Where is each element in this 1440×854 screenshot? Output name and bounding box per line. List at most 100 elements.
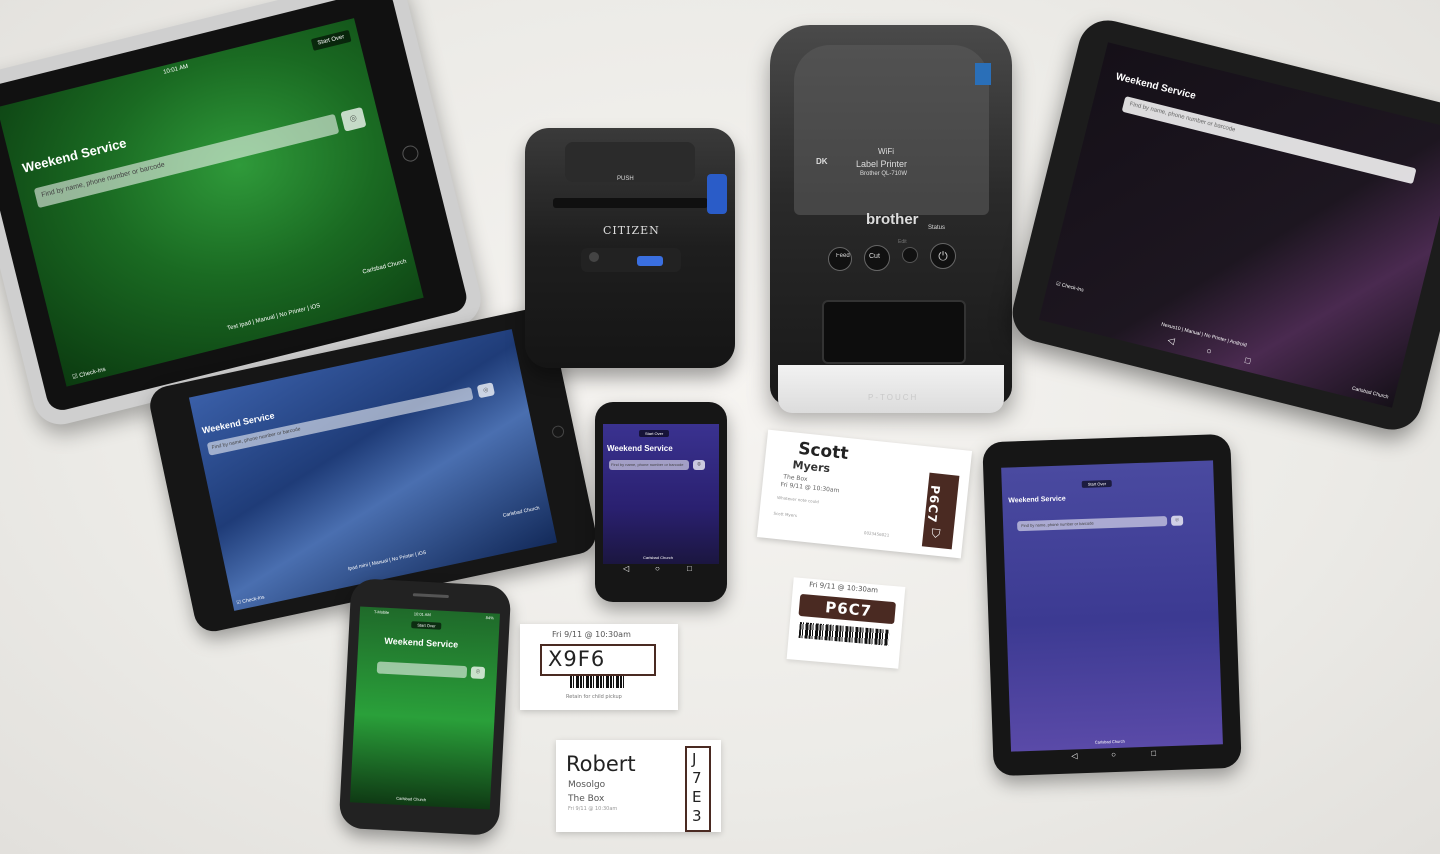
brand-text: Check-Ins <box>241 594 266 605</box>
dk-label: DK <box>816 157 828 166</box>
camera-icon[interactable]: ⌾ <box>340 106 367 132</box>
barcode <box>570 676 626 688</box>
printer-window <box>794 45 989 215</box>
label-code: P6C7 <box>824 598 873 621</box>
model-name: Brother QL-710W <box>860 171 908 177</box>
status-time: 10:01 AM <box>162 63 189 76</box>
brand-logo: ☑ Check-Ins <box>71 366 107 381</box>
feed-button[interactable] <box>828 247 852 271</box>
service-title: Weekend Service <box>607 444 673 453</box>
status-time: 10:01 AM <box>413 611 431 618</box>
label-note: Retain for child pickup <box>566 694 622 700</box>
label-guardian: Scott Myers <box>773 510 798 519</box>
label-datetime: Fri 9/11 @ 10:30am <box>780 481 840 495</box>
start-over-button[interactable]: Start Over <box>1081 479 1113 488</box>
camera-icon[interactable]: ⌾ <box>693 460 705 470</box>
feed-button[interactable] <box>637 256 663 266</box>
home-button[interactable] <box>400 143 421 164</box>
search-input[interactable]: Find by name, phone number or barcode <box>609 460 689 470</box>
barcode <box>798 621 890 646</box>
org-name: Carlsbad Church <box>1094 738 1125 745</box>
edit-label: Edit <box>898 239 907 245</box>
iphone: T-Mobile 10:01 AM 84% Start Over Weekend… <box>338 577 512 837</box>
blue-latch[interactable] <box>707 174 727 214</box>
search-placeholder: Find by name, phone number or barcode <box>1128 101 1236 134</box>
org-name: Carlsbad Church <box>396 795 427 803</box>
search-input[interactable]: Find by name, phone number or barcode <box>1017 516 1168 532</box>
label-code-box: X9F6 <box>540 644 656 676</box>
label-first-name: Robert <box>566 752 636 776</box>
nav-back-icon[interactable]: ◁ <box>623 564 629 573</box>
nav-recents-icon[interactable]: □ <box>687 564 692 573</box>
camera-icon[interactable]: ⌾ <box>476 382 496 399</box>
nexus7-screen: Start Over Weekend Service Find by name,… <box>1001 460 1223 752</box>
org-name: Carlsbad Church <box>643 555 674 560</box>
cut-label: Cut <box>869 253 880 260</box>
label-datetime: Fri 9/11 @ 10:30am <box>568 806 618 812</box>
start-over-button[interactable]: Start Over <box>411 621 442 630</box>
push-label: PUSH <box>617 176 634 182</box>
camera-icon[interactable]: ⌾ <box>1170 515 1184 526</box>
ipad-mini-footer: Ipad mini | Manual | No Printer | iOS <box>347 549 427 573</box>
nav-recents-icon[interactable]: □ <box>1244 355 1252 366</box>
brand-logo: ☑ Check-Ins <box>236 594 266 607</box>
label-datetime: Fri 9/11 @ 10:30am <box>808 580 879 595</box>
base-text: P-TOUCH <box>868 393 919 402</box>
nav-recents-icon[interactable]: □ <box>1151 749 1156 758</box>
label-code-box: J7E3 <box>685 746 711 832</box>
label-output-slot <box>822 300 966 364</box>
android-tablet-screen: Weekend Service Find by name, phone numb… <box>1038 42 1440 408</box>
printer-base <box>778 365 1004 413</box>
label-code: X9F6 <box>548 647 606 671</box>
wifi-label: WiFi <box>878 147 894 156</box>
android-tablet: Weekend Service Find by name, phone numb… <box>1006 14 1440 436</box>
label-code: J7E3 <box>692 750 702 825</box>
energy-star-icon <box>975 63 991 85</box>
ipad-mini-screen: Weekend Service Find by name, phone numb… <box>188 329 558 611</box>
label-datetime: Fri 9/11 @ 10:30am <box>552 630 631 639</box>
nexus4-screen: Start Over Weekend Service Find by name,… <box>603 424 719 564</box>
power-button[interactable] <box>589 252 599 262</box>
search-placeholder: Find by name, phone number or barcode <box>1021 520 1094 529</box>
org-name: Carlsbad Church <box>502 505 541 519</box>
brand-text: Check-Ins <box>78 366 107 380</box>
search-input[interactable]: Find by name, phone number or barcode <box>1121 96 1417 185</box>
power-button[interactable]: ⏻ <box>930 243 956 269</box>
brother-brand: brother <box>866 211 919 228</box>
brand-text: Check-Ins <box>1060 282 1085 294</box>
pickup-tag-p6c7: Fri 9/11 @ 10:30am P6C7 <box>786 577 906 669</box>
edit-button[interactable] <box>902 247 918 263</box>
nav-home-icon[interactable]: ○ <box>1111 750 1116 759</box>
label-code: P6C7 <box>924 484 943 525</box>
label-room: The Box <box>568 794 605 804</box>
nav-home-icon[interactable]: ○ <box>655 564 660 573</box>
camera-icon[interactable]: ⌾ <box>470 666 486 680</box>
brother-printer: WiFi Label Printer Brother QL-710W DK br… <box>770 25 1012 415</box>
label-id: 0023456021 <box>863 530 890 538</box>
ipad-large-screen: 10:01 AM Start Over Weekend Service Find… <box>0 18 424 387</box>
start-over-button[interactable]: Start Over <box>639 430 670 437</box>
nav-back-icon[interactable]: ◁ <box>1071 751 1077 760</box>
start-over-button[interactable]: Start Over <box>310 29 352 51</box>
shield-icon: ⛉ <box>930 526 941 542</box>
service-title: Weekend Service <box>384 635 459 650</box>
search-placeholder: Find by name, phone number or barcode <box>40 161 166 199</box>
org-name: Carlsbad Church <box>1351 385 1390 401</box>
search-placeholder: Find by name, phone number or barcode <box>611 462 684 467</box>
model-title: Label Printer <box>856 159 908 169</box>
label-last-name: Myers <box>791 458 831 476</box>
name-label-robert: Robert Mosolgo The Box Fri 9/11 @ 10:30a… <box>556 740 721 832</box>
status-battery: 84% <box>485 615 494 621</box>
home-button[interactable] <box>550 424 566 439</box>
org-name: Carlsbad Church <box>362 258 408 276</box>
name-label-scott: Scott Myers The Box Fri 9/11 @ 10:30am W… <box>756 429 973 559</box>
service-title: Weekend Service <box>1008 495 1066 505</box>
search-input[interactable] <box>376 661 468 679</box>
nexus7-tablet: Start Over Weekend Service Find by name,… <box>982 433 1242 777</box>
nav-home-icon[interactable]: ○ <box>1205 345 1213 356</box>
pickup-tag-x9f6: Fri 9/11 @ 10:30am X9F6 Retain for child… <box>520 624 678 710</box>
nav-back-icon[interactable]: ◁ <box>1166 335 1176 347</box>
status-carrier: T-Mobile <box>373 609 390 615</box>
tear-bar <box>553 198 708 208</box>
nexus4-phone: Start Over Weekend Service Find by name,… <box>595 402 727 602</box>
